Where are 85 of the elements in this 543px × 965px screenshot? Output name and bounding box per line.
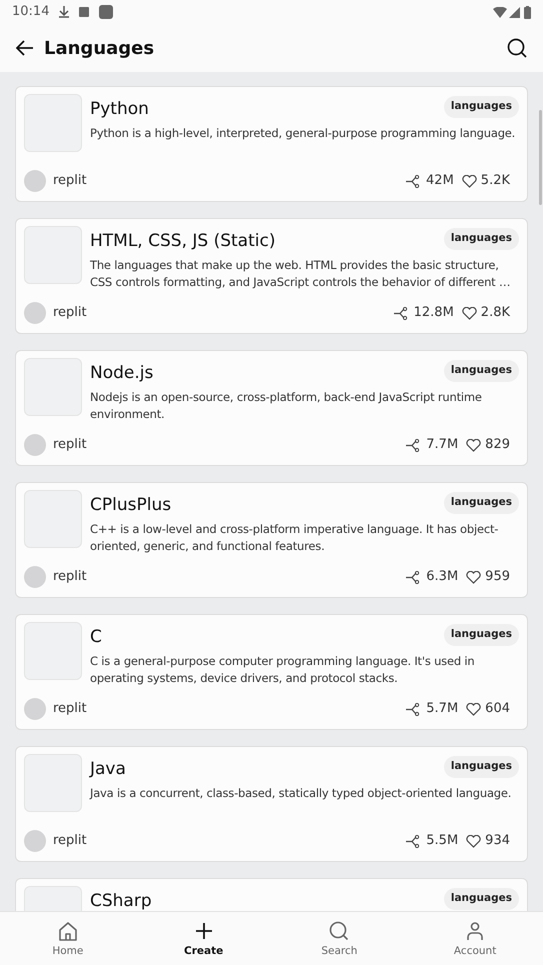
template-description: Python is a high-level, interpreted, general-purpose programming language.: [90, 124, 516, 142]
fork-count: 5.5M: [426, 832, 458, 850]
category-tag: languages: [444, 624, 519, 646]
search-icon[interactable]: [507, 38, 527, 58]
avatar: [24, 698, 46, 720]
heart-icon: [466, 438, 482, 452]
template-thumbnail: [24, 226, 82, 284]
category-tag: languages: [444, 360, 519, 382]
author-name: replit: [53, 304, 87, 322]
fork-count: 5.7M: [426, 700, 458, 718]
status-time: 10:14: [12, 3, 50, 22]
fork-icon: [394, 306, 408, 320]
template-title: CPlusPlus: [90, 494, 172, 517]
heart-icon: [462, 174, 477, 188]
avatar: [24, 302, 46, 324]
fork-count: 6.3M: [426, 568, 458, 586]
author-name: replit: [53, 436, 87, 454]
template-description: Nodejs is an open-source, cross-platform, back-end JavaScript runtime environment.: [90, 388, 483, 422]
nav-tab[interactable]: Account: [407, 912, 543, 965]
template-description: C++ is a low-level and cross-platform imperative language. It has object-oriented, generic, and functional features.: [90, 520, 500, 554]
template-title: HTML, CSS, JS (Static): [90, 230, 276, 253]
template-thumbnail: [24, 358, 82, 416]
like-count: 959: [485, 568, 510, 586]
author-name: replit: [53, 172, 87, 190]
template-card[interactable]: HTML, CSS, JS (Static) languages The languages that make up the web. HTML provides the basic structure, CSS controls formatting, and JavaScript controls the behavior of different … replit 12.8M 2.8K: [15, 218, 528, 334]
fork-icon: [406, 174, 420, 188]
category-tag: languages: [444, 228, 519, 250]
fork-icon: [406, 834, 420, 848]
heart-icon: [462, 306, 477, 320]
avatar: [24, 566, 46, 588]
app-icon: [99, 5, 114, 19]
template-thumbnail: [24, 490, 82, 548]
category-tag: languages: [444, 492, 519, 514]
template-card[interactable]: Java languages Java is a concurrent, class-based, statically typed object-oriented language. replit 5.5M 934: [15, 746, 528, 862]
fork-icon: [406, 702, 420, 716]
heart-icon: [466, 702, 482, 716]
author-name: replit: [53, 568, 87, 586]
heart-icon: [466, 834, 482, 848]
back-arrow-icon[interactable]: [16, 40, 34, 56]
category-tag: languages: [444, 96, 519, 118]
like-count: 604: [485, 700, 510, 718]
template-title: Node.js: [90, 362, 154, 385]
template-card[interactable]: Python languages Python is a high-level, interpreted, general-purpose programming language. replit 42M 5.2K: [15, 86, 528, 202]
template-title: CSharp: [90, 890, 152, 911]
template-card[interactable]: CPlusPlus languages C++ is a low-level and cross-platform imperative language. It has object-oriented, generic, and functional features. replit 6.3M 959: [15, 482, 528, 598]
like-count: 5.2K: [480, 172, 510, 190]
nav-tab[interactable]: Home: [0, 912, 136, 965]
nav-tab[interactable]: Search: [272, 912, 408, 965]
avatar: [24, 830, 46, 852]
avatar: [24, 434, 46, 456]
like-count: 829: [485, 436, 510, 454]
template-title: C: [90, 626, 102, 649]
template-card[interactable]: Node.js languages Nodejs is an open-source, cross-platform, back-end JavaScript runtime environment. replit 7.7M 829: [15, 350, 528, 466]
fork-count: 12.8M: [414, 304, 454, 322]
app-icon: [79, 7, 90, 17]
author-name: replit: [53, 832, 87, 850]
template-description: The languages that make up the web. HTML provides the basic structure, CSS controls formatting, and JavaScript controls the behavior of different …: [90, 256, 512, 290]
like-count: 2.8K: [480, 304, 510, 322]
template-description: C is a general-purpose computer programming language. It's used in operating systems, device drivers, and protocol stacks.: [90, 652, 476, 686]
category-tag: languages: [444, 888, 519, 910]
download-icon: [59, 6, 70, 18]
template-card[interactable]: C languages C is a general-purpose computer programming language. It's used in operating systems, device drivers, and protocol stacks. replit 5.7M 604: [15, 614, 528, 730]
category-tag: languages: [444, 756, 519, 778]
search-icon: [328, 920, 350, 942]
fork-count: 42M: [426, 172, 454, 190]
signal-icon: [509, 6, 520, 18]
nav-tab[interactable]: Create: [136, 912, 272, 965]
battery-icon: [524, 6, 531, 18]
template-thumbnail: [24, 94, 82, 152]
fork-icon: [406, 570, 420, 584]
template-thumbnail: [24, 754, 82, 812]
home-icon: [56, 920, 79, 942]
template-description: Java is a concurrent, class-based, statically typed object-oriented language.: [90, 784, 512, 802]
template-card[interactable]: CSharp languages: [15, 878, 528, 911]
page-title: Languages: [44, 36, 154, 60]
wifi-icon: [493, 6, 507, 18]
like-count: 934: [485, 832, 510, 850]
template-title: Java: [90, 758, 126, 781]
heart-icon: [466, 570, 482, 584]
author-name: replit: [53, 700, 87, 718]
fork-icon: [406, 438, 420, 452]
avatar: [24, 170, 46, 192]
template-title: Python: [90, 98, 149, 121]
fork-count: 7.7M: [426, 436, 458, 454]
template-thumbnail: [24, 622, 82, 680]
